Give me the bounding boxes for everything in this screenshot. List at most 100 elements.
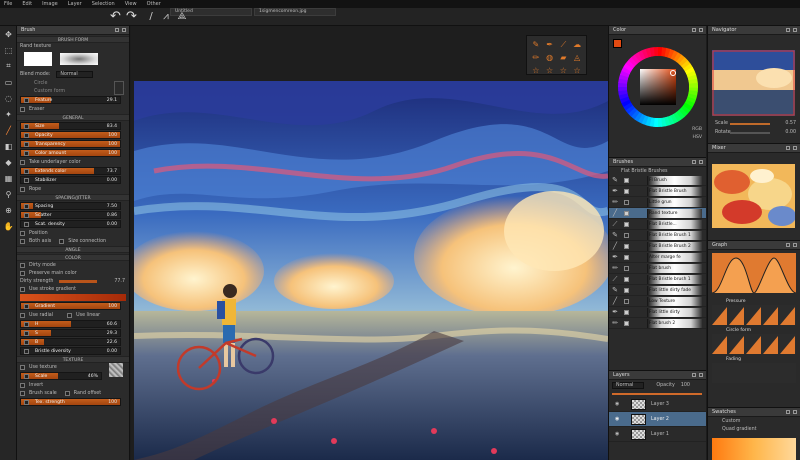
- brush-enable-checkbox[interactable]: [624, 298, 629, 304]
- scatter-slider[interactable]: Scatter 0.86: [20, 211, 121, 219]
- hsv-mode[interactable]: HSV: [692, 135, 702, 140]
- lasso-icon[interactable]: ◌: [0, 90, 17, 106]
- gradient-slider[interactable]: Gradient 100: [20, 302, 121, 310]
- preset-star-icon[interactable]: ☆: [530, 65, 542, 76]
- nav-rotate-slider[interactable]: [730, 132, 770, 134]
- eraser-row[interactable]: Eraser: [17, 105, 129, 113]
- scale-checkbox[interactable]: [24, 374, 29, 379]
- tex-strength-slider[interactable]: Tex. strength 100: [20, 398, 121, 406]
- feature-slider[interactable]: Feature 29.1: [20, 96, 121, 104]
- menu-image[interactable]: Image: [42, 1, 58, 7]
- brush-enable-checkbox[interactable]: [624, 232, 629, 238]
- preset-star3-icon[interactable]: ☆: [558, 65, 570, 76]
- b-slider[interactable]: B 22.6: [20, 338, 121, 346]
- brush-item[interactable]: ✎ Flat little dirty fade: [609, 285, 706, 296]
- float-icon[interactable]: [692, 373, 696, 377]
- nav-scale-slider[interactable]: [730, 123, 770, 125]
- brush-enable-checkbox[interactable]: [624, 287, 629, 293]
- zoom-icon[interactable]: ⊕: [0, 202, 17, 218]
- menu-edit[interactable]: Edit: [22, 1, 32, 7]
- stroke-gradient-row[interactable]: Use stroke gradient: [17, 285, 129, 293]
- rgb-mode[interactable]: RGB: [692, 127, 702, 132]
- layer-blend-select[interactable]: Normal: [612, 381, 645, 389]
- brush-enable-checkbox[interactable]: [624, 276, 629, 282]
- brush-item[interactable]: ✒ Alter marge fe: [609, 252, 706, 263]
- brush-item[interactable]: ✎ Flat Bristle Brush 1: [609, 230, 706, 241]
- use-texture-checkbox[interactable]: [20, 364, 25, 370]
- b-checkbox[interactable]: [24, 340, 29, 345]
- blend-mode-select[interactable]: Normal: [56, 70, 93, 78]
- custom-form-option[interactable]: Custom form: [17, 81, 129, 95]
- close-icon[interactable]: [699, 160, 703, 164]
- float-icon[interactable]: [786, 410, 790, 414]
- brush-item[interactable]: ✏ Little grun: [609, 197, 706, 208]
- brush-item[interactable]: ✏ Flat brush 2: [609, 318, 706, 329]
- invert-checkbox[interactable]: [20, 382, 25, 388]
- layer-row[interactable]: ◉ Layer 1: [609, 427, 706, 442]
- spacing-checkbox[interactable]: [24, 204, 29, 209]
- dirty-strength-bar[interactable]: [59, 279, 98, 283]
- h-checkbox[interactable]: [24, 322, 29, 327]
- graph-preset[interactable]: Pressure: [712, 299, 796, 325]
- preset-star2-icon[interactable]: ☆: [544, 65, 556, 76]
- brush-item[interactable]: ✒ Flat little dirty: [609, 307, 706, 318]
- brush-icon[interactable]: ╱: [0, 122, 17, 138]
- circle-option[interactable]: Circle: [17, 79, 129, 87]
- float-icon[interactable]: [786, 146, 790, 150]
- extends-color-checkbox[interactable]: [24, 169, 29, 174]
- invert-row[interactable]: Invert: [17, 381, 129, 389]
- float-icon[interactable]: [692, 28, 696, 32]
- float-icon[interactable]: [115, 28, 119, 32]
- close-icon[interactable]: [699, 373, 703, 377]
- crop-icon[interactable]: ⌗: [0, 58, 17, 74]
- swatch-quad-gradient[interactable]: Quad gradient: [708, 425, 800, 433]
- size-checkbox[interactable]: [24, 124, 29, 129]
- dirty-mode-row[interactable]: Dirty mode: [17, 261, 129, 269]
- symmetry-icon[interactable]: ⩘: [160, 11, 172, 23]
- close-icon[interactable]: [793, 243, 797, 247]
- rand-offset-checkbox[interactable]: [64, 390, 70, 396]
- brush-preview[interactable]: [20, 50, 126, 68]
- preset-pen-icon[interactable]: ✒: [544, 39, 556, 50]
- use-linear-checkbox[interactable]: [67, 312, 73, 318]
- size-connection-checkbox[interactable]: [59, 238, 65, 244]
- close-icon[interactable]: [793, 146, 797, 150]
- stroke-gradient-checkbox[interactable]: [20, 286, 25, 292]
- gradient-preview[interactable]: [20, 294, 126, 301]
- position-checkbox[interactable]: [20, 230, 25, 236]
- brush-enable-checkbox[interactable]: [624, 188, 629, 194]
- redo-icon[interactable]: ↷: [126, 10, 137, 23]
- preserve-main-checkbox[interactable]: [20, 270, 25, 276]
- use-radial-checkbox[interactable]: [20, 312, 25, 318]
- use-texture-row[interactable]: Use texture: [17, 363, 129, 377]
- graph-preset[interactable]: Circle form: [712, 328, 796, 354]
- preserve-main-row[interactable]: Preserve main color: [17, 269, 129, 277]
- brush-scale-checkbox[interactable]: [20, 390, 25, 396]
- brush-item[interactable]: ⟋ Flat Bristle...: [609, 219, 706, 230]
- bristle-checkbox[interactable]: [24, 349, 29, 354]
- swatch-custom[interactable]: Custom: [708, 417, 800, 425]
- transparency-slider[interactable]: Transparency 100: [20, 140, 121, 148]
- brush-item[interactable]: ✒ Flat Bristle Brush: [609, 186, 706, 197]
- feature-checkbox[interactable]: [24, 98, 29, 103]
- scale-slider[interactable]: Scale 46%: [20, 372, 102, 380]
- move-icon[interactable]: ✥: [0, 26, 17, 42]
- visibility-icon[interactable]: ◉: [615, 431, 619, 437]
- brush-enable-checkbox[interactable]: [624, 199, 629, 205]
- brush-enable-checkbox[interactable]: [624, 265, 629, 271]
- eraser-checkbox[interactable]: [20, 106, 25, 112]
- brush-item[interactable]: ✏ Flat brush: [609, 263, 706, 274]
- preset-brush-icon[interactable]: ✎: [530, 39, 542, 50]
- menu-view[interactable]: View: [125, 1, 137, 7]
- canvas-area[interactable]: [131, 26, 608, 460]
- stabilizer-slider[interactable]: Stabilizer 0.00: [20, 176, 121, 184]
- s-checkbox[interactable]: [24, 331, 29, 336]
- eyedropper-icon[interactable]: ⚲: [0, 186, 17, 202]
- brush-enable-checkbox[interactable]: [624, 309, 629, 315]
- spacing-slider[interactable]: Spacing 7.50: [20, 202, 121, 210]
- stabilizer-checkbox[interactable]: [24, 178, 29, 183]
- rope-checkbox[interactable]: [20, 186, 25, 192]
- brush-item[interactable]: ⟋ Flat Bristle brush 1: [609, 274, 706, 285]
- preset-blend-icon[interactable]: ◬: [571, 52, 583, 63]
- tab-image[interactable]: 1sigmencomreon.jpg: [254, 8, 336, 16]
